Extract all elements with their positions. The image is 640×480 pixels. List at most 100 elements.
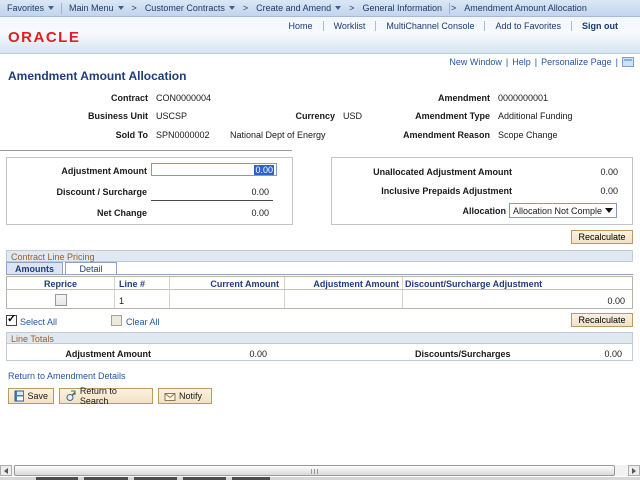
header-links: Home Worklist MultiChannel Console Add t… bbox=[279, 21, 628, 31]
add-to-favorites-link[interactable]: Add to Favorites bbox=[485, 21, 571, 31]
line-totals-discounts-value: 0.00 bbox=[522, 349, 622, 359]
scrollbar-grip bbox=[311, 469, 320, 474]
contract-line-pricing-header: Contract Line Pricing bbox=[6, 250, 633, 262]
reprice-checkbox[interactable] bbox=[55, 294, 67, 306]
amendment-type-label: Amendment Type bbox=[370, 111, 490, 121]
scrollbar-thumb[interactable] bbox=[14, 465, 615, 476]
nav-current-page: Amendment Amount Allocation bbox=[457, 0, 594, 17]
allocation-groupbox: Unallocated Adjustment Amount 0.00 Inclu… bbox=[331, 157, 633, 225]
help-link[interactable]: Help bbox=[512, 57, 531, 67]
clear-all-link[interactable]: Clear All bbox=[126, 317, 160, 327]
adjustment-amount-input[interactable]: 0.00 bbox=[151, 163, 277, 176]
nav-create-and-amend-label: Create and Amend bbox=[256, 3, 331, 13]
save-button-label: Save bbox=[27, 391, 48, 401]
save-button[interactable]: Save bbox=[8, 388, 54, 404]
return-to-search-icon bbox=[65, 390, 77, 402]
sold-to-name: National Dept of Energy bbox=[230, 130, 326, 140]
column-header-adjustment-amount: Adjustment Amount bbox=[284, 279, 399, 289]
amendment-reason-label: Amendment Reason bbox=[370, 130, 490, 140]
nav-favorites[interactable]: Favorites bbox=[0, 0, 61, 17]
horizontal-scrollbar[interactable] bbox=[0, 465, 640, 476]
discount-surcharge-label: Discount / Surcharge bbox=[7, 187, 147, 197]
adjustment-amount-input-value: 0.00 bbox=[254, 165, 274, 175]
line-totals-adjustment-label: Adjustment Amount bbox=[7, 349, 151, 359]
return-to-amendment-details-link[interactable]: Return to Amendment Details bbox=[8, 371, 126, 381]
worklist-link[interactable]: Worklist bbox=[324, 21, 376, 31]
breadcrumb: Favorites Main Menu > Customer Contracts… bbox=[0, 0, 640, 17]
return-to-search-button-label: Return to Search bbox=[80, 386, 147, 406]
scroll-right-button[interactable] bbox=[628, 465, 640, 476]
business-unit-value: USCSP bbox=[156, 111, 187, 121]
dropdown-arrow-icon bbox=[605, 208, 613, 213]
sold-to-value: SPN0000002 bbox=[156, 130, 210, 140]
select-all-checkbox-icon[interactable]: ✓ bbox=[6, 315, 17, 326]
new-window-link[interactable]: New Window bbox=[449, 57, 502, 67]
personalize-page-link[interactable]: Personalize Page bbox=[541, 57, 612, 67]
column-header-discount-surcharge-adjustment: Discount/Surcharge Adjustment bbox=[405, 279, 542, 289]
discount-surcharge-adjustment-cell: 0.00 bbox=[405, 296, 625, 306]
recalculate-button-lower[interactable]: Recalculate bbox=[571, 313, 633, 327]
nav-favorites-label: Favorites bbox=[7, 3, 44, 13]
net-change-value: 0.00 bbox=[157, 208, 269, 218]
scroll-left-icon bbox=[4, 468, 8, 474]
home-link[interactable]: Home bbox=[279, 21, 323, 31]
scroll-left-button[interactable] bbox=[0, 465, 12, 476]
contract-line-grid: Reprice Line # Current Amount Adjustment… bbox=[6, 276, 633, 309]
currency-value: USD bbox=[343, 111, 362, 121]
nav-main-menu[interactable]: Main Menu bbox=[62, 0, 131, 17]
grid-header-divider bbox=[7, 289, 632, 290]
notify-icon bbox=[164, 391, 176, 402]
notify-button[interactable]: Notify bbox=[158, 388, 212, 404]
section-divider bbox=[0, 150, 292, 151]
breadcrumb-separator: > bbox=[348, 3, 355, 13]
unallocated-adjustment-label: Unallocated Adjustment Amount bbox=[332, 167, 512, 177]
sum-line bbox=[151, 200, 273, 201]
unallocated-adjustment-value: 0.00 bbox=[532, 167, 618, 177]
nav-customer-contracts-label: Customer Contracts bbox=[145, 3, 225, 13]
nav-main-menu-label: Main Menu bbox=[69, 3, 114, 13]
chevron-down-icon bbox=[335, 6, 341, 10]
currency-label: Currency bbox=[255, 111, 335, 121]
line-totals-adjustment-value: 0.00 bbox=[167, 349, 267, 359]
tab-baseline bbox=[6, 274, 633, 275]
column-header-current-amount: Current Amount bbox=[169, 279, 279, 289]
grid-column-divider bbox=[114, 277, 115, 308]
inclusive-prepaids-label: Inclusive Prepaids Adjustment bbox=[332, 186, 512, 196]
nav-general-information[interactable]: General Information bbox=[355, 0, 449, 17]
amendment-label: Amendment bbox=[370, 93, 490, 103]
page-title: Amendment Amount Allocation bbox=[8, 69, 186, 83]
column-header-line: Line # bbox=[119, 279, 145, 289]
nav-create-and-amend[interactable]: Create and Amend bbox=[249, 0, 348, 17]
oracle-logo: ORACLE bbox=[8, 29, 80, 46]
multichannel-console-link[interactable]: MultiChannel Console bbox=[376, 21, 484, 31]
peoplesoft-window: Favorites Main Menu > Customer Contracts… bbox=[0, 0, 640, 480]
allocation-label: Allocation bbox=[332, 206, 506, 216]
line-number-cell: 1 bbox=[119, 296, 124, 306]
header-banner: Home Worklist MultiChannel Console Add t… bbox=[0, 17, 640, 54]
select-all-link[interactable]: Select All bbox=[20, 317, 57, 327]
allocation-dropdown[interactable]: Allocation Not Complete bbox=[509, 203, 617, 218]
return-to-search-button[interactable]: Return to Search bbox=[59, 388, 153, 404]
nav-general-information-label: General Information bbox=[362, 3, 442, 13]
breadcrumb-separator: > bbox=[242, 3, 249, 13]
chevron-down-icon bbox=[118, 6, 124, 10]
line-totals-header: Line Totals bbox=[7, 333, 632, 344]
window-icon[interactable] bbox=[622, 57, 634, 67]
chevron-down-icon bbox=[48, 6, 54, 10]
net-change-label: Net Change bbox=[7, 208, 147, 218]
line-totals-discounts-label: Discounts/Surcharges bbox=[307, 349, 482, 359]
breadcrumb-separator: > bbox=[450, 3, 457, 13]
sold-to-label: Sold To bbox=[28, 130, 148, 140]
amendment-reason-value: Scope Change bbox=[498, 130, 558, 140]
contract-value: CON0000004 bbox=[156, 93, 211, 103]
recalculate-button[interactable]: Recalculate bbox=[571, 230, 633, 244]
save-icon bbox=[14, 390, 24, 402]
nav-customer-contracts[interactable]: Customer Contracts bbox=[138, 0, 242, 17]
amendment-type-value: Additional Funding bbox=[498, 111, 573, 121]
business-unit-label: Business Unit bbox=[28, 111, 148, 121]
notify-button-label: Notify bbox=[179, 391, 202, 401]
sign-out-link[interactable]: Sign out bbox=[572, 21, 628, 31]
pagebar-separator: | bbox=[506, 57, 508, 67]
clear-all-checkbox-icon[interactable] bbox=[111, 315, 122, 326]
amendment-value: 0000000001 bbox=[498, 93, 548, 103]
